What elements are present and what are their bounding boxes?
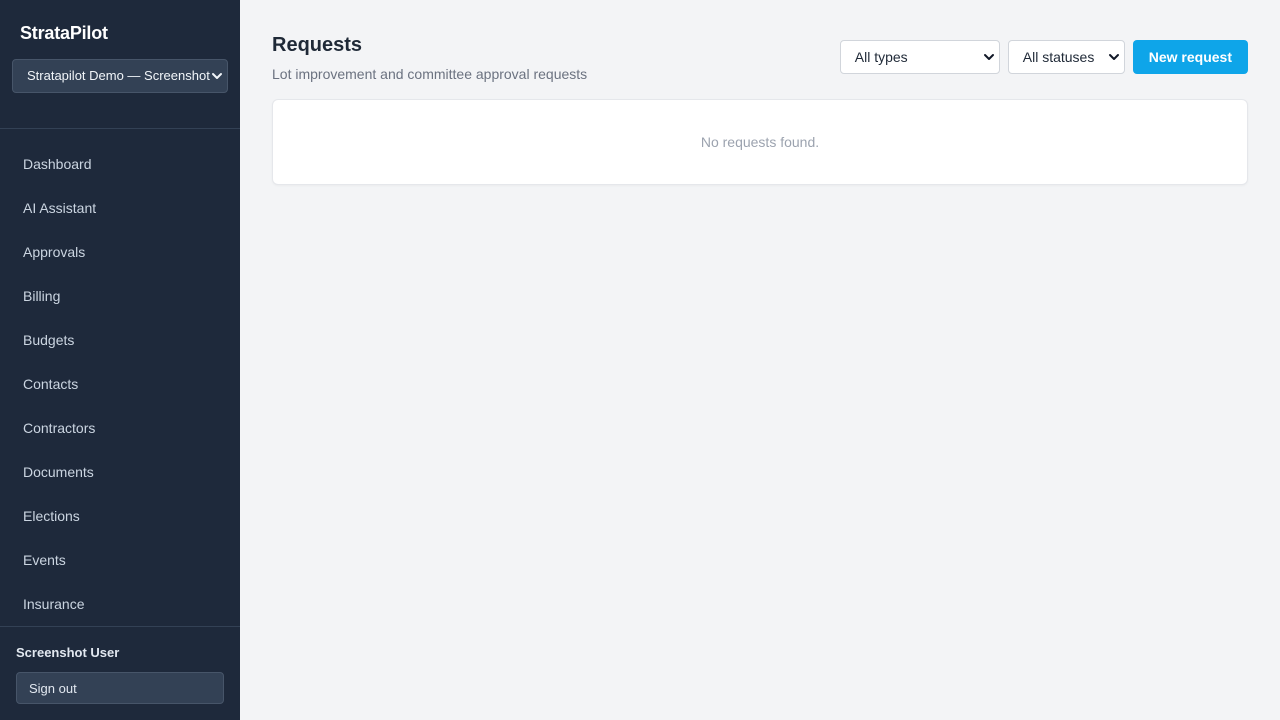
page-header: Requests Lot improvement and committee a…: [272, 32, 1248, 82]
app-shell: StrataPilot Stratapilot Demo — Screensho…: [0, 0, 1280, 720]
sidebar-item-dashboard[interactable]: Dashboard: [0, 142, 240, 186]
main-content: Requests Lot improvement and committee a…: [240, 0, 1280, 720]
type-filter-select[interactable]: All types: [839, 40, 1000, 74]
empty-state-message: No requests found.: [700, 134, 820, 150]
page-heading: Requests Lot improvement and committee a…: [272, 32, 587, 82]
sidebar-item-insurance[interactable]: Insurance: [0, 582, 240, 626]
sign-out-button[interactable]: Sign out: [16, 672, 224, 704]
sidebar-item-documents[interactable]: Documents: [0, 450, 240, 494]
status-filter-value: All statuses: [1022, 49, 1095, 65]
chevron-down-icon: [1108, 54, 1119, 60]
sidebar-item-budgets[interactable]: Budgets: [0, 318, 240, 362]
chevron-down-icon: [212, 72, 222, 79]
sidebar-nav: Dashboard AI Assistant Approvals Billing…: [0, 129, 240, 626]
sidebar-footer: Screenshot User Sign out: [0, 626, 240, 720]
sidebar-item-elections[interactable]: Elections: [0, 494, 240, 538]
page-subtitle: Lot improvement and committee approval r…: [272, 66, 588, 82]
new-request-button[interactable]: New request: [1132, 40, 1248, 74]
sidebar-item-contacts[interactable]: Contacts: [0, 362, 240, 406]
user-name: Screenshot User: [16, 645, 120, 660]
page-title: Requests: [272, 34, 363, 56]
sidebar-item-billing[interactable]: Billing: [0, 274, 240, 318]
org-selector-wrapper: Stratapilot Demo — Screenshot: [0, 46, 240, 129]
header-controls: All types All statuses New request: [839, 40, 1248, 74]
requests-list-card: No requests found.: [272, 99, 1248, 185]
sidebar-item-approvals[interactable]: Approvals: [0, 230, 240, 274]
sidebar-item-contractors[interactable]: Contractors: [0, 406, 240, 450]
org-selector[interactable]: Stratapilot Demo — Screenshot: [12, 58, 228, 93]
status-filter-select[interactable]: All statuses: [1007, 40, 1125, 74]
sidebar-item-ai-assistant[interactable]: AI Assistant: [0, 186, 240, 230]
sidebar-item-events[interactable]: Events: [0, 538, 240, 582]
type-filter-value: All types: [854, 49, 908, 65]
chevron-down-icon: [983, 54, 994, 60]
brand: StrataPilot: [0, 0, 240, 46]
org-selector-value: Stratapilot Demo — Screenshot: [27, 68, 210, 84]
app-logo-text: StrataPilot: [20, 23, 108, 43]
sidebar: StrataPilot Stratapilot Demo — Screensho…: [0, 0, 240, 720]
